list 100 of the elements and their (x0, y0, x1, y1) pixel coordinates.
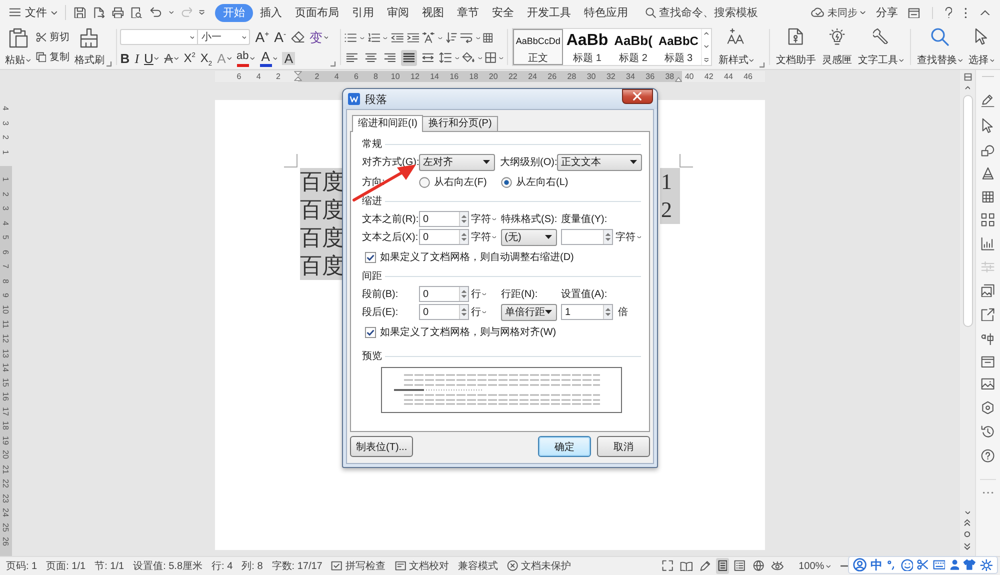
shrink-font-button[interactable]: A$^{-}$ (274, 30, 286, 44)
dropdown-caret-icon[interactable] (704, 58, 710, 62)
scissors-icon[interactable] (917, 559, 929, 571)
caret-icon[interactable] (476, 36, 480, 40)
indent-icon[interactable] (406, 33, 420, 43)
ribbon-tab[interactable]: 章节 (451, 4, 486, 22)
dialog-tab[interactable]: 换行和分页(P) (422, 116, 498, 131)
search-field[interactable]: 查找命令、搜索模板 (645, 6, 764, 18)
dialog-tab[interactable]: 缩进和间距(I) (352, 115, 424, 132)
line-spacing-icon[interactable] (438, 52, 452, 64)
checkbox[interactable] (365, 326, 376, 338)
outline-view-button[interactable] (732, 558, 748, 574)
text-after-field[interactable]: 0 (419, 229, 469, 245)
caret-icon[interactable] (499, 56, 504, 60)
new-style-button[interactable]: 新样式 (715, 25, 758, 69)
table-grid-icon[interactable] (482, 33, 493, 43)
special-indent-dropdown[interactable]: (无) (500, 228, 557, 246)
style-option[interactable]: AaBbC 标题 3 (655, 29, 702, 65)
eraser-icon[interactable] (291, 31, 305, 43)
image-stack-icon[interactable] (981, 284, 995, 298)
dialog-launcher-icon[interactable] (330, 61, 336, 67)
text-tools-button[interactable]: 文字工具 (855, 25, 907, 69)
gear-icon[interactable] (980, 558, 993, 572)
highlight-button[interactable]: ab (236, 50, 255, 66)
split-box-icon[interactable] (964, 73, 972, 81)
smiley-icon[interactable] (900, 558, 914, 572)
set-value-field[interactable]: 1 (561, 304, 613, 320)
cut-button[interactable]: 剪切 (36, 30, 70, 44)
unit-dropdown[interactable]: 行 (471, 287, 501, 301)
sync-status-button[interactable]: 未同步 (810, 6, 866, 20)
style-option[interactable]: AaBbCcDd 正文 (512, 29, 564, 65)
checkbox[interactable] (365, 252, 376, 262)
protection-status-button[interactable]: 文档未保护 (506, 559, 571, 573)
printer-icon[interactable] (112, 6, 124, 18)
font-size-field[interactable]: 小一 (198, 29, 250, 45)
double-chevron-up-icon[interactable] (964, 519, 971, 526)
paint-bucket-icon[interactable] (462, 52, 475, 64)
ribbon-tab[interactable]: 引用 (346, 4, 380, 22)
fullscreen-button[interactable] (660, 558, 675, 574)
file-menu[interactable]: 文件 (9, 5, 58, 20)
superscript-button[interactable]: X$^{2}$ (184, 52, 196, 64)
unit-dropdown[interactable]: 字符 (471, 212, 501, 226)
ribbon-tab[interactable]: 插入 (254, 4, 288, 22)
right-marker-icon[interactable] (675, 77, 682, 82)
scrollbar-thumb[interactable] (962, 94, 972, 326)
outline-level-dropdown[interactable]: 正文文本 (557, 154, 642, 170)
grow-font-button[interactable]: A$^{+}$ (255, 30, 270, 44)
style-option[interactable]: AaBb( 标题 2 (611, 29, 656, 65)
copy-button[interactable]: 复制 (36, 50, 70, 64)
ok-button[interactable]: 确定 (538, 436, 591, 457)
caret-icon[interactable] (454, 56, 460, 60)
web-view-button[interactable] (750, 558, 766, 574)
numbering-icon[interactable] (368, 33, 380, 43)
ribbon-tab[interactable]: 安全 (486, 4, 520, 22)
indent-marker-icon[interactable] (294, 71, 302, 81)
measure-field[interactable] (560, 229, 613, 245)
wrap-lines-icon[interactable] (460, 32, 473, 44)
font-name-field[interactable] (120, 29, 198, 45)
sort-icon[interactable] (446, 32, 457, 44)
radio-button[interactable] (501, 176, 512, 188)
strikethrough-button[interactable]: A (164, 52, 179, 64)
proofread-button[interactable]: 文档校对 (394, 559, 449, 573)
letter-arrows-icon[interactable] (422, 32, 436, 44)
text-before-field[interactable]: 0 (419, 211, 469, 227)
ribbon-tab[interactable]: 审阅 (381, 4, 416, 22)
table-grid-icon[interactable] (982, 190, 994, 203)
tray-icon[interactable] (981, 356, 995, 368)
format-painter-button[interactable]: 格式刷 (74, 27, 104, 67)
character-pair-icon[interactable] (981, 332, 995, 346)
keyboard-icon[interactable] (932, 560, 946, 570)
grid-squares-icon[interactable] (981, 213, 995, 227)
caret-icon[interactable] (704, 44, 710, 48)
close-button[interactable] (622, 89, 653, 104)
box-arrow-icon[interactable] (981, 308, 995, 322)
underline-button[interactable]: U (144, 52, 160, 64)
tab-stops-button[interactable]: 制表位(T)... (350, 436, 414, 457)
image-icon[interactable] (981, 378, 995, 390)
doc-magnifier-icon[interactable] (130, 6, 143, 18)
bullets-icon[interactable] (344, 33, 358, 43)
style-option[interactable]: AaBb 标题 1 (563, 29, 612, 65)
character-shading-button[interactable]: A (282, 52, 296, 64)
space-after-field[interactable]: 0 (419, 304, 469, 320)
help-icon[interactable] (944, 6, 952, 18)
share-button[interactable]: 分享 (876, 5, 898, 20)
border-grid-icon[interactable] (485, 52, 496, 64)
pen-icon[interactable] (981, 94, 995, 108)
unit-dropdown[interactable]: 字符 (616, 230, 641, 244)
hexagon-icon[interactable] (981, 400, 995, 414)
caret-icon[interactable] (360, 36, 365, 40)
shirt-icon[interactable] (963, 559, 976, 571)
caret-icon[interactable] (438, 36, 443, 40)
ribbon-tab[interactable]: 视图 (416, 4, 450, 22)
cursor-icon[interactable] (982, 118, 994, 133)
input-mode-toggle[interactable]: 中 (870, 558, 883, 572)
phonetic-guide-button[interactable]: 变 (310, 30, 328, 44)
dropdown-caret-icon[interactable] (199, 10, 206, 15)
zoom-level-dropdown[interactable]: 100% (798, 560, 831, 572)
double-chevron-down-icon[interactable] (964, 542, 971, 550)
subscript-button[interactable]: X$_{2}$ (200, 52, 212, 64)
caret-icon[interactable] (383, 36, 388, 40)
